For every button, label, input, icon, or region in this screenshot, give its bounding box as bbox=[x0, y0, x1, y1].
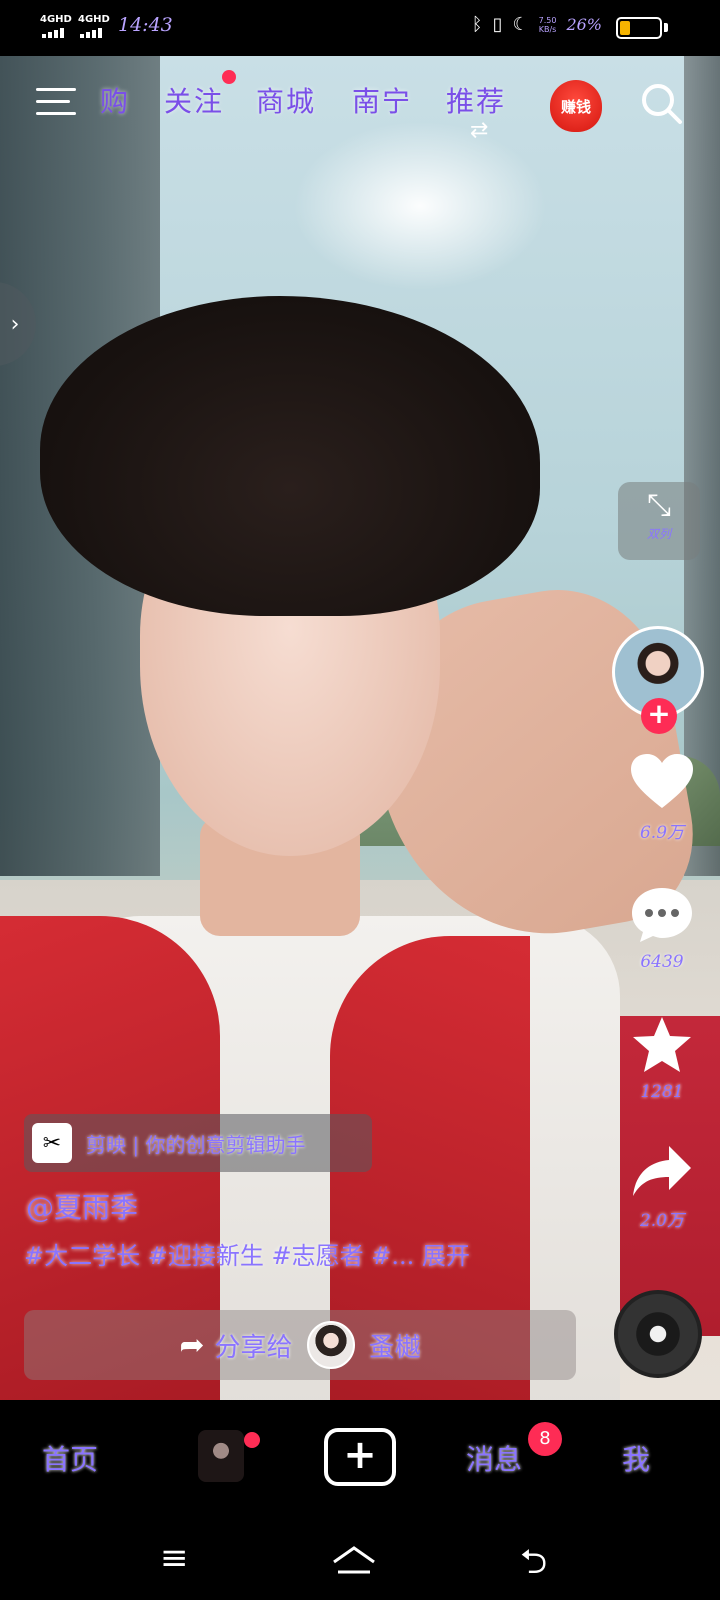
friends-notification-dot bbox=[244, 1432, 260, 1448]
home-icon[interactable] bbox=[330, 1544, 378, 1576]
share-to-friend-bar[interactable]: ➦ 分享给 蚤樾 bbox=[24, 1310, 576, 1380]
system-nav-bar: ≡ ⮌ bbox=[0, 1516, 720, 1600]
messages-badge: 8 bbox=[528, 1422, 562, 1456]
battery-icon bbox=[616, 17, 662, 39]
network-type-1: 4GHD bbox=[40, 14, 72, 25]
double-column-label: 双列 bbox=[646, 527, 671, 541]
subject-hair bbox=[40, 296, 540, 616]
share-button[interactable]: 2.0万 bbox=[620, 1142, 704, 1231]
chevron-right-icon: › bbox=[10, 311, 20, 337]
vibrate-icon: ▯ bbox=[492, 14, 503, 35]
tab-mall[interactable]: 商城 bbox=[256, 80, 316, 120]
network-type-2: 4GHD bbox=[78, 14, 110, 25]
favorite-button[interactable]: 1281 bbox=[620, 1014, 704, 1102]
following-notification-dot bbox=[222, 70, 236, 84]
signal-bars-1 bbox=[42, 28, 64, 38]
tab-local[interactable]: 南宁 bbox=[352, 80, 412, 120]
earn-money-label: 赚钱 bbox=[560, 97, 591, 116]
video-hashtags[interactable]: #大二学长 #迎接新生 #志愿者 #... 展开 bbox=[24, 1236, 470, 1271]
search-icon[interactable] bbox=[640, 82, 684, 126]
back-icon[interactable]: ⮌ bbox=[520, 1538, 547, 1595]
capcut-logo-icon: ✂ bbox=[32, 1123, 72, 1163]
top-nav: 购 关注 商城 南宁 推荐 ⇄ 赚钱 bbox=[0, 70, 720, 143]
battery-percent: 26% bbox=[566, 15, 602, 34]
tab-recommend[interactable]: 推荐 bbox=[446, 80, 506, 120]
capcut-text: 剪映 | 你的创意剪辑助手 bbox=[86, 1132, 306, 1157]
double-column-button[interactable]: ⤡ 双列 bbox=[618, 482, 700, 560]
tab-me[interactable]: 我 bbox=[622, 1438, 650, 1478]
switch-icon[interactable]: ⇄ bbox=[470, 118, 488, 143]
author-name[interactable]: @夏雨季 bbox=[26, 1186, 138, 1226]
signal-bars-2 bbox=[80, 28, 102, 38]
share-icon bbox=[633, 1146, 691, 1196]
status-bar: 4GHD 4GHD 14:43 ᛒ ▯ ☾ 7.50 KB/s 26% bbox=[0, 0, 720, 56]
music-disc[interactable] bbox=[614, 1290, 702, 1378]
recent-apps-icon[interactable]: ≡ bbox=[160, 1538, 189, 1578]
tab-messages[interactable]: 消息 bbox=[466, 1438, 522, 1478]
bottom-tab-bar: 首页 + 消息 8 我 bbox=[0, 1400, 720, 1516]
comment-icon bbox=[632, 888, 692, 942]
capcut-tag[interactable]: ✂ 剪映 | 你的创意剪辑助手 bbox=[24, 1114, 372, 1172]
plus-icon: + bbox=[343, 1432, 377, 1478]
share-count: 2.0万 bbox=[639, 1211, 685, 1231]
create-button[interactable]: + bbox=[324, 1428, 396, 1486]
menu-icon[interactable] bbox=[36, 86, 76, 116]
tab-friends[interactable] bbox=[198, 1430, 244, 1482]
bluetooth-icon: ᛒ bbox=[471, 14, 483, 35]
earn-money-button[interactable]: 赚钱 bbox=[550, 80, 602, 132]
compress-icon: ⤡ bbox=[647, 488, 671, 523]
friend-name: 蚤樾 bbox=[368, 1332, 421, 1363]
do-not-disturb-icon: ☾ bbox=[512, 14, 529, 35]
clock: 14:43 bbox=[118, 14, 173, 36]
follow-button[interactable]: + bbox=[641, 698, 677, 734]
comment-button[interactable]: 6439 bbox=[620, 884, 704, 972]
status-icons: ᛒ ▯ ☾ 7.50 KB/s 26% bbox=[472, 14, 602, 35]
friend-avatar bbox=[306, 1321, 355, 1369]
battery-fill bbox=[620, 21, 630, 35]
heart-icon bbox=[631, 754, 693, 808]
share-arrow-icon: ➦ bbox=[179, 1327, 205, 1363]
network-speed: 7.50 KB/s bbox=[538, 15, 557, 34]
tab-following[interactable]: 关注 bbox=[164, 80, 224, 120]
like-count: 6.9万 bbox=[639, 823, 685, 843]
favorite-count: 1281 bbox=[640, 1082, 684, 1102]
like-button[interactable]: 6.9万 bbox=[620, 752, 704, 843]
star-icon bbox=[633, 1017, 691, 1072]
tab-home[interactable]: 首页 bbox=[42, 1438, 98, 1478]
share-to-label: 分享给 bbox=[214, 1332, 293, 1363]
battery-nub bbox=[664, 23, 668, 32]
tab-shop[interactable]: 购 bbox=[100, 80, 130, 120]
comment-count: 6439 bbox=[640, 952, 684, 972]
